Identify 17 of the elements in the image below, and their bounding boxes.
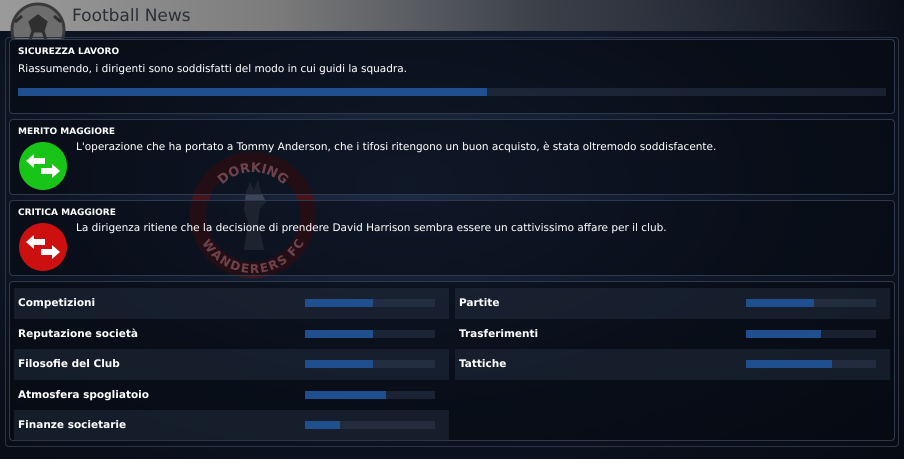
rating-label: Reputazione società xyxy=(18,328,139,340)
rating-label: Filosofie del Club xyxy=(18,358,121,370)
rating-label: Tattiche xyxy=(459,358,508,370)
rating-label: Partite xyxy=(459,297,500,310)
panel-title: SICUREZZA LAVORO xyxy=(18,47,120,57)
rating-label: Competizioni xyxy=(18,297,96,310)
rating-label: Trasferimenti xyxy=(459,328,540,340)
football-icon xyxy=(10,0,66,40)
panel-text: Riassumendo, i dirigenti sono soddisfatti del modo in cui guidi la squadra. xyxy=(18,63,408,75)
panel-title: MERITO MAGGIORE xyxy=(18,127,116,137)
page-title: Football News xyxy=(72,6,191,26)
panel-text: L'operazione che ha portato a Tommy Anderson, che i tifosi ritengono un buon acquisto, è stata oltremodo soddisfacente. xyxy=(76,141,716,153)
rating-label: Finanze societarie xyxy=(18,419,128,432)
rating-label: Atmosfera spogliatoio xyxy=(18,388,150,401)
panel-title: CRITICA MAGGIORE xyxy=(18,208,117,218)
crest-text: DORKING xyxy=(215,160,291,188)
panel-text: La dirigenza ritiene che la decisione di prendere David Harrison sembra essere un cattivissimo affare per il club. xyxy=(76,222,667,234)
